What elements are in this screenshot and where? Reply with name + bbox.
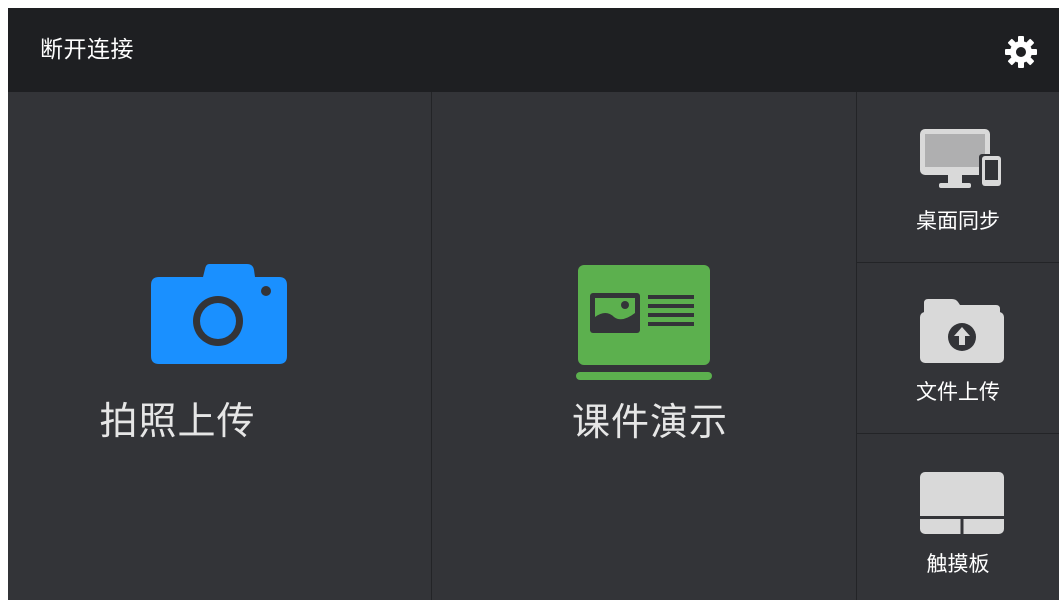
presentation-label: 课件演示 [571,400,728,444]
top-bar: 断开连接 [8,8,1059,92]
file-upload-label: 文件上传 [916,380,1000,404]
gear-icon[interactable] [1004,35,1038,69]
file-upload-tile[interactable]: 文件上传 [857,263,1059,433]
photo-upload-label: 拍照上传 [99,399,256,443]
desktop-sync-label: 桌面同步 [916,209,1000,233]
presentation-tile[interactable]: 课件演示 [432,92,856,600]
desktop-phone-icon [920,129,1003,188]
app-window: 断开连接 拍照上传 课件演示 桌面同步 文件上传 触摸板 [8,8,1059,600]
touchpad-label: 触摸板 [926,552,990,576]
photo-upload-tile[interactable]: 拍照上传 [8,92,431,600]
presentation-icon [576,265,712,380]
divider [431,92,432,600]
folder-upload-icon [920,299,1004,363]
disconnect-button[interactable]: 断开连接 [40,32,134,68]
camera-icon [151,264,287,364]
desktop-sync-tile[interactable]: 桌面同步 [857,92,1059,262]
touchpad-icon [920,472,1004,534]
touchpad-tile[interactable]: 触摸板 [857,434,1059,600]
